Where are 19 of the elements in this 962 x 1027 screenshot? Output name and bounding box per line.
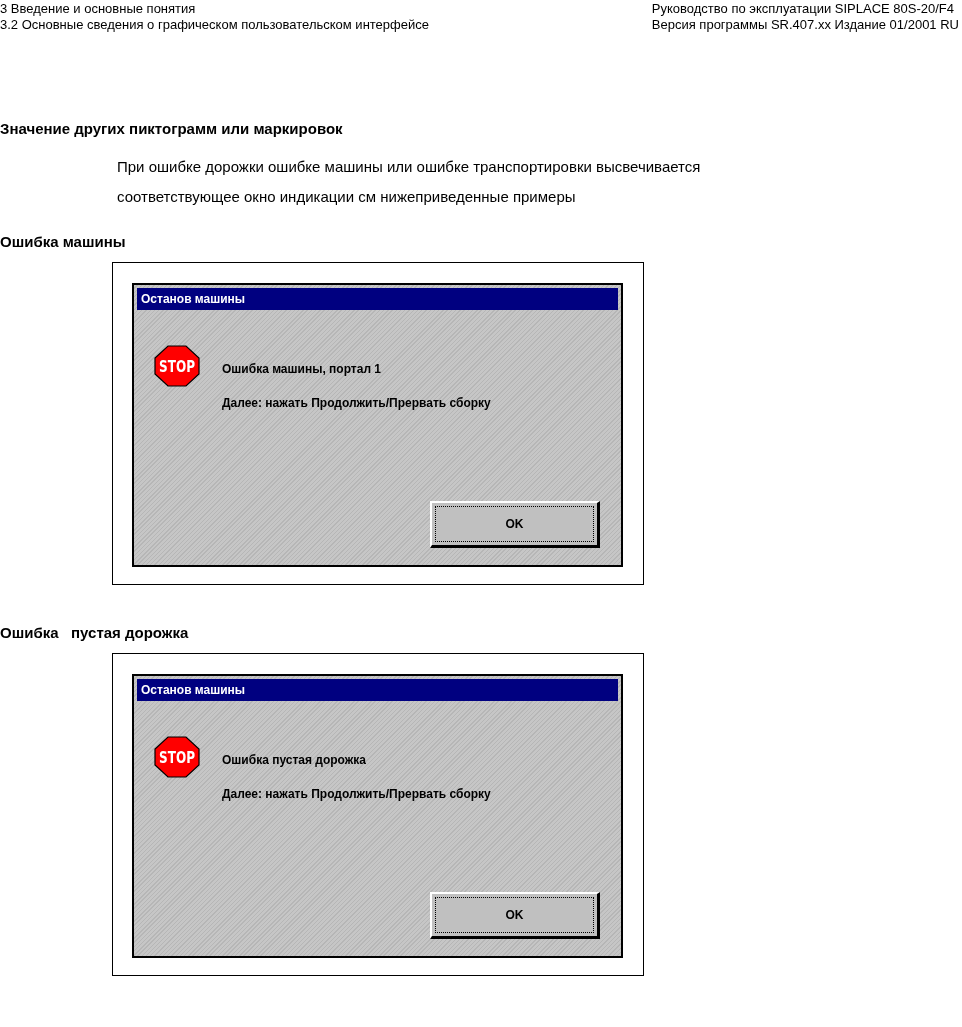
paragraph-line: соответствующее окно индикации см нижеприведенные примеры: [117, 187, 577, 207]
header-text: Руководство по эксплуатации SIPLACE 80S-20/F4: [651, 1, 956, 17]
window-title: Останов машины: [141, 682, 246, 699]
message-text: Далее: нажать Продолжить/Прервать сборку: [222, 786, 491, 802]
stop-sign-icon: STOP: [154, 345, 200, 387]
section-heading: Значение других пиктограмм или маркировок: [0, 119, 344, 139]
header-text: 3 Введение и основные понятия: [0, 1, 197, 17]
paragraph-line: При ошибке дорожки ошибке машины или ошибке транспортировки высвечивается: [117, 157, 702, 177]
example-heading: Ошибка машины: [0, 232, 127, 252]
header-text: Версия программы SR.407.xx Издание 01/2001 RU: [651, 17, 959, 33]
ok-button[interactable]: OK: [430, 501, 600, 548]
window-title: Останов машины: [141, 291, 246, 308]
stop-sign-icon: STOP: [154, 736, 200, 778]
example-heading: Ошибка пустая дорожка: [0, 623, 190, 643]
message-text: Ошибка машины, портал 1: [222, 361, 382, 377]
ok-button[interactable]: OK: [430, 892, 600, 939]
message-text: Ошибка пустая дорожка: [222, 752, 367, 768]
header-text: 3.2 Основные сведения о графическом пользовательском интерфейсе: [0, 17, 429, 33]
message-text: Далее: нажать Продолжить/Прервать сборку: [222, 395, 491, 411]
